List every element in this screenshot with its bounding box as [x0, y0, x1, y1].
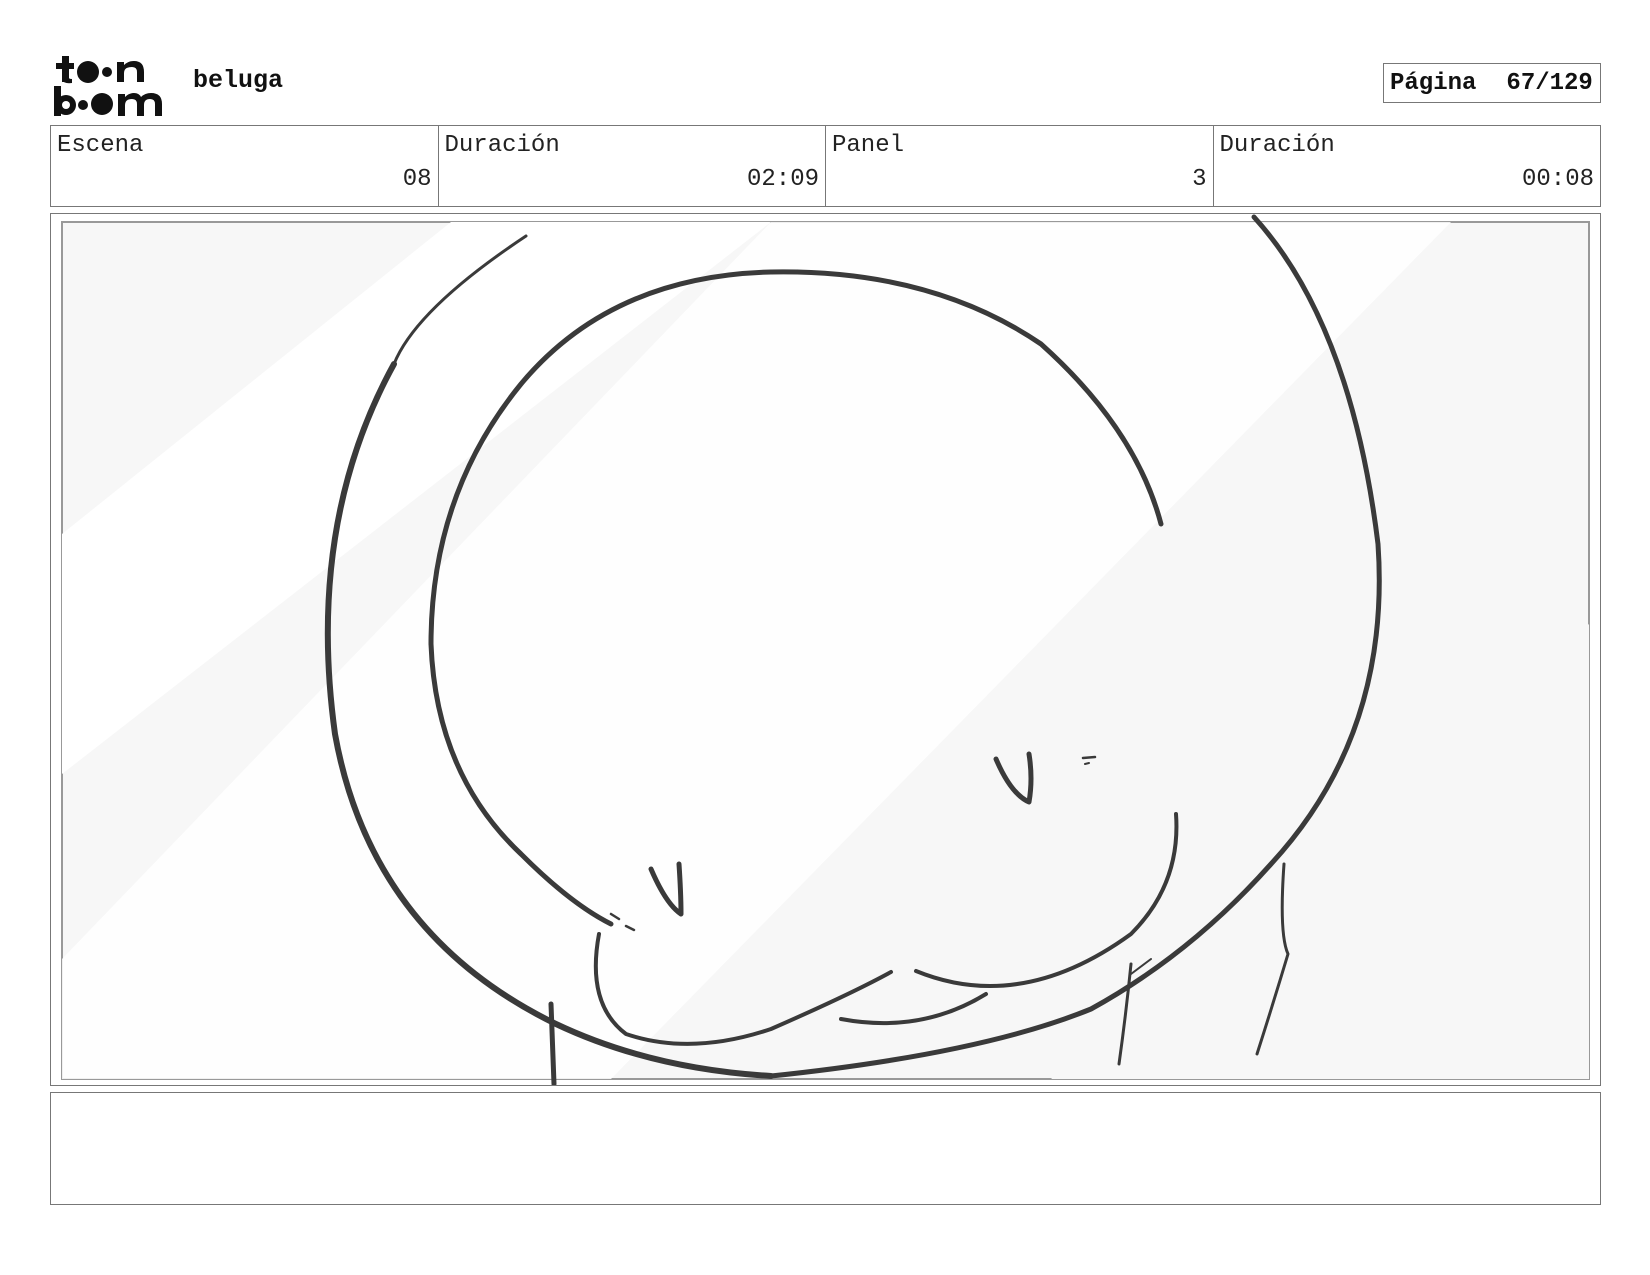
page-indicator: Página 67/129	[1383, 63, 1601, 103]
page-number: 67/129	[1506, 69, 1593, 97]
scene-duration-value: 02:09	[746, 166, 819, 193]
scene-duration-cell: Duración 02:09	[439, 126, 826, 206]
scene-label: Escena	[57, 132, 144, 159]
project-title: beluga	[193, 66, 284, 95]
scene-duration-label: Duración	[444, 132, 560, 159]
panel-duration-value: 00:08	[1521, 166, 1594, 193]
panel-cell: Panel 3	[826, 126, 1214, 206]
panel-info-table: Escena 08 Duración 02:09 Panel 3 Duració…	[50, 125, 1601, 207]
panel-notes-box[interactable]	[50, 1092, 1601, 1205]
panel-label: Panel	[832, 132, 905, 159]
panel-value: 3	[1192, 166, 1207, 193]
storyboard-panel-image	[50, 213, 1601, 1086]
panel-duration-label: Duración	[1219, 132, 1335, 159]
panel-duration-cell: Duración 00:08	[1214, 126, 1601, 206]
scene-value: 08	[402, 166, 432, 193]
scene-cell: Escena 08	[51, 126, 439, 206]
toon-boom-logo	[52, 52, 172, 118]
right-mark	[1084, 762, 1090, 765]
page-label: Página	[1390, 69, 1477, 97]
beluga-sketch	[61, 214, 1590, 1085]
right-mark	[1081, 755, 1097, 760]
left-fin-line	[548, 1001, 557, 1085]
logo-graphic	[54, 56, 162, 116]
